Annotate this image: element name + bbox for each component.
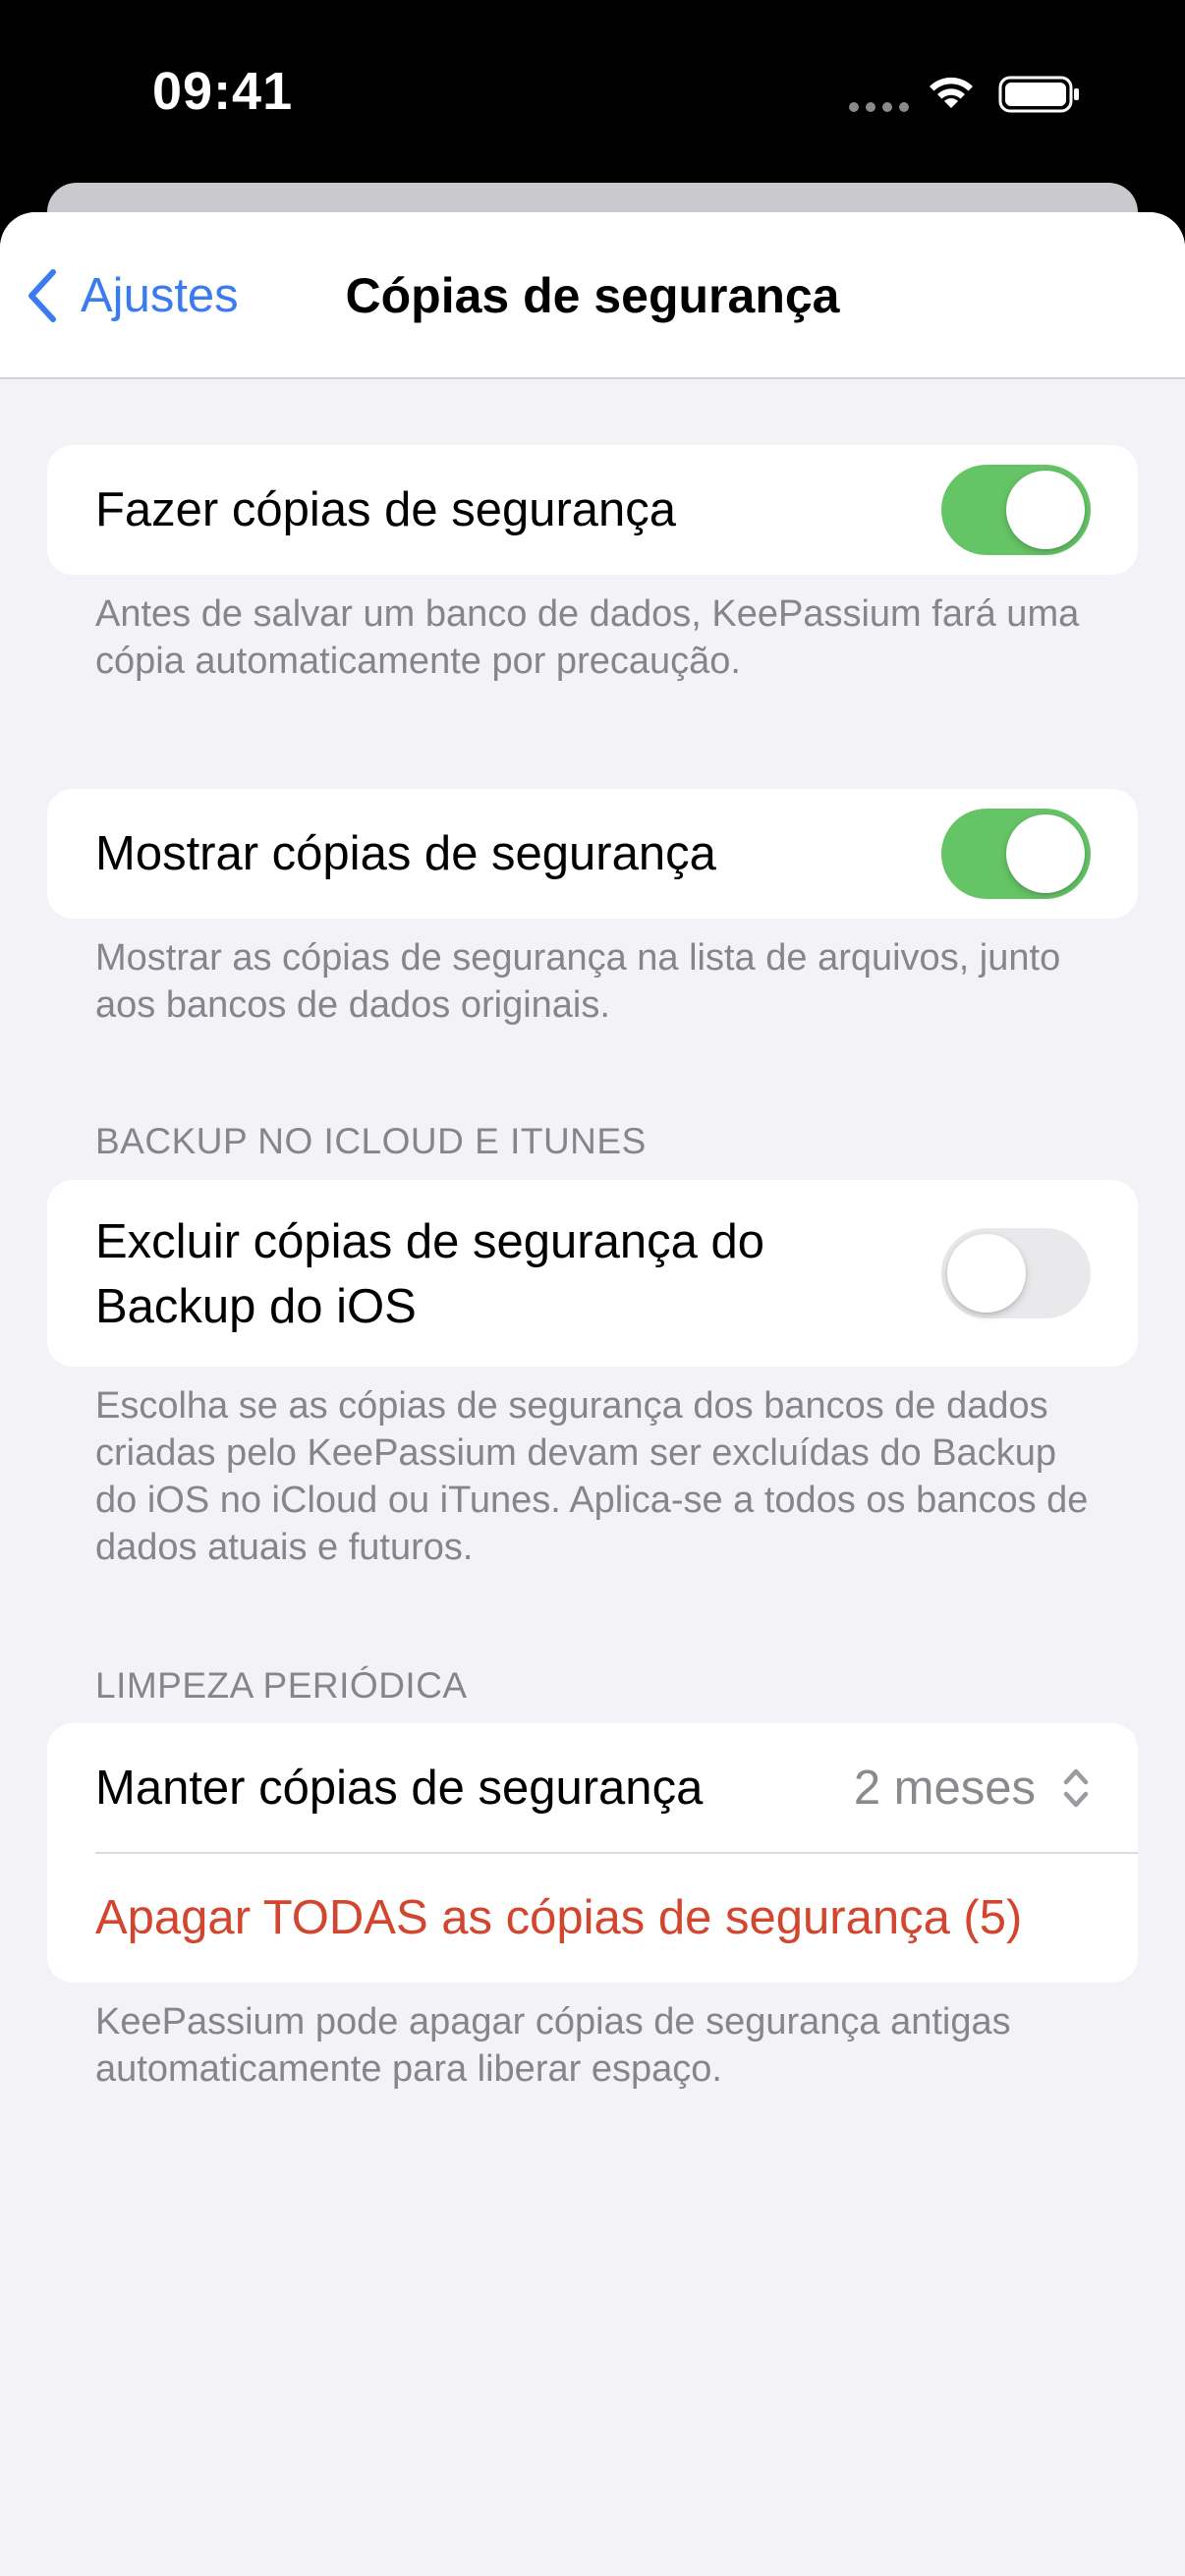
make-backups-card: Fazer cópias de segurança — [47, 445, 1138, 575]
cleanup-footer: KeePassium pode apagar cópias de seguran… — [95, 2001, 1011, 2090]
status-bar: 09:41 — [0, 0, 1185, 183]
delete-all-row[interactable]: Apagar TODAS as cópias de segurança (5) — [47, 1853, 1138, 1983]
show-backups-row: Mostrar cópias de segurança — [47, 789, 1138, 919]
make-backups-row: Fazer cópias de segurança — [47, 445, 1138, 575]
show-backups-card: Mostrar cópias de segurança — [47, 789, 1138, 919]
exclude-backups-label-line1: Excluir cópias de segurança do — [95, 1215, 764, 1268]
show-backups-footer: Mostrar as cópias de segurança na lista … — [95, 937, 1061, 1026]
navigation-bar: Ajustes Cópias de segurança — [0, 212, 1185, 379]
status-time: 09:41 — [152, 62, 294, 121]
toggle-knob — [1006, 814, 1085, 893]
wifi-icon — [930, 77, 973, 108]
battery-icon — [998, 76, 1079, 113]
show-backups-toggle[interactable] — [941, 809, 1091, 899]
cleanup-section-header: LIMPEZA PERIÓDICA — [95, 1665, 468, 1706]
keep-backups-label: Manter cópias de segurança — [95, 1762, 704, 1815]
signal-dots-icon — [849, 102, 909, 112]
cleanup-card: Manter cópias de segurança 2 meses Apaga… — [47, 1723, 1138, 1983]
make-backups-footer: Antes de salvar um banco de dados, KeePa… — [95, 593, 1080, 682]
exclude-backups-label: Excluir cópias de segurança do Backup do… — [95, 1209, 764, 1339]
keep-backups-row[interactable]: Manter cópias de segurança 2 meses — [47, 1723, 1138, 1853]
make-backups-label: Fazer cópias de segurança — [95, 483, 677, 536]
chevron-up-down-icon — [1063, 1768, 1089, 1808]
exclude-backups-label-line2: Backup do iOS — [95, 1280, 417, 1333]
delete-all-backups-button[interactable]: Apagar TODAS as cópias de segurança (5) — [95, 1885, 1022, 1950]
icloud-section-header: BACKUP NO ICLOUD E ITUNES — [95, 1121, 647, 1161]
show-backups-label: Mostrar cópias de segurança — [95, 827, 716, 880]
toggle-knob — [947, 1234, 1026, 1313]
keep-duration-picker[interactable]: 2 meses — [854, 1756, 1091, 1820]
toggle-knob — [1006, 471, 1085, 549]
keep-duration-value: 2 meses — [853, 1762, 1036, 1815]
exclude-backups-row: Excluir cópias de segurança do Backup do… — [47, 1180, 1138, 1367]
icloud-footer: Escolha se as cópias de segurança dos ba… — [95, 1385, 1089, 1568]
settings-sheet: Ajustes Cópias de segurança Fazer cópias… — [0, 212, 1185, 2576]
exclude-backups-toggle[interactable] — [941, 1228, 1091, 1318]
icloud-card: Excluir cópias de segurança do Backup do… — [47, 1180, 1138, 1367]
page-title: Cópias de segurança — [345, 268, 840, 323]
make-backups-toggle[interactable] — [941, 465, 1091, 555]
